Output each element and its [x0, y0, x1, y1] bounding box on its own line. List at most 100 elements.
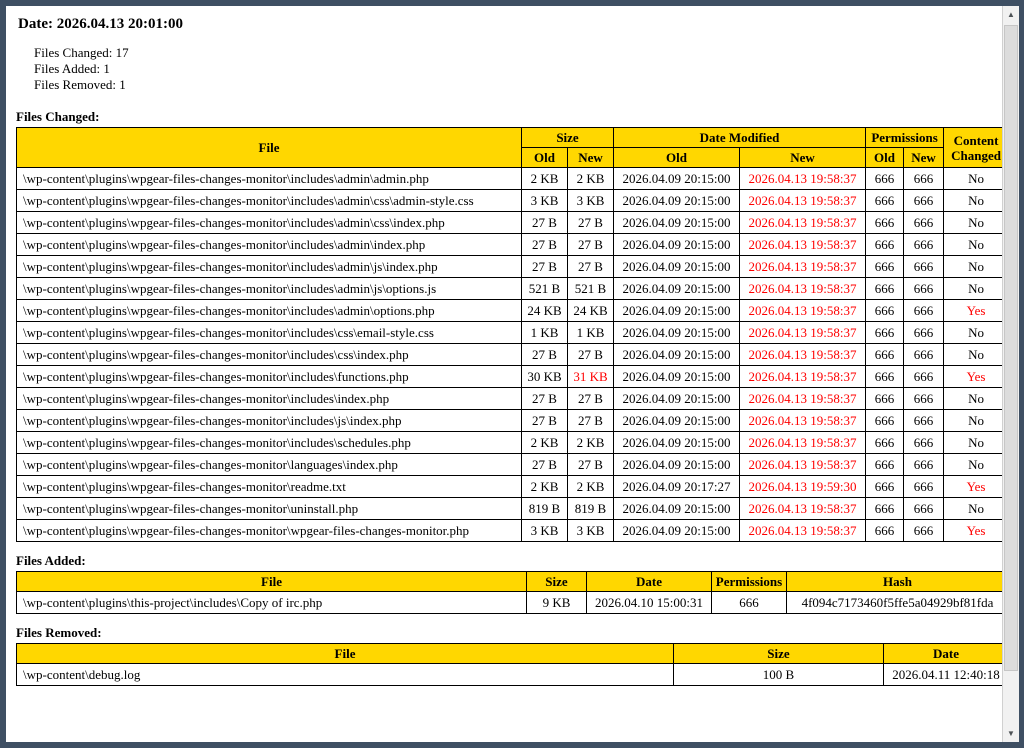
size-new-cell: 1 KB — [568, 322, 614, 344]
size-old-cell: 1 KB — [522, 322, 568, 344]
size-new-cell: 31 KB — [568, 366, 614, 388]
size-new-cell: 2 KB — [568, 168, 614, 190]
table-row: \wp-content\plugins\wpgear-files-changes… — [17, 300, 1003, 322]
permissions-old-cell: 666 — [866, 190, 904, 212]
date-new-cell: 2026.04.13 19:58:37 — [740, 388, 866, 410]
size-old-cell: 24 KB — [522, 300, 568, 322]
table-row: \wp-content\plugins\wpgear-files-changes… — [17, 498, 1003, 520]
col-header-date-new: New — [740, 148, 866, 168]
size-new-cell: 27 B — [568, 212, 614, 234]
permissions-old-cell: 666 — [866, 322, 904, 344]
permissions-old-cell: 666 — [866, 278, 904, 300]
permissions-new-cell: 666 — [904, 190, 944, 212]
date-old-cell: 2026.04.09 20:15:00 — [614, 278, 740, 300]
date-old-cell: 2026.04.09 20:17:27 — [614, 476, 740, 498]
date-new-cell: 2026.04.13 19:58:37 — [740, 432, 866, 454]
table-row: \wp-content\plugins\wpgear-files-changes… — [17, 388, 1003, 410]
size-cell: 100 B — [674, 664, 884, 686]
content-changed-cell: No — [944, 498, 1002, 520]
col-header-content-changed: Content Changed — [944, 128, 1002, 168]
size-new-cell: 27 B — [568, 410, 614, 432]
content-changed-cell: No — [944, 344, 1002, 366]
content-changed-cell: No — [944, 410, 1002, 432]
date-old-cell: 2026.04.09 20:15:00 — [614, 300, 740, 322]
size-old-cell: 3 KB — [522, 190, 568, 212]
size-old-cell: 521 B — [522, 278, 568, 300]
date-old-cell: 2026.04.09 20:15:00 — [614, 322, 740, 344]
content-changed-cell: Yes — [944, 520, 1002, 542]
permissions-new-cell: 666 — [904, 366, 944, 388]
file-path-cell: \wp-content\plugins\wpgear-files-changes… — [17, 256, 522, 278]
permissions-new-cell: 666 — [904, 168, 944, 190]
content-changed-cell: No — [944, 432, 1002, 454]
date-old-cell: 2026.04.09 20:15:00 — [614, 168, 740, 190]
summary-files-removed: Files Removed: 1 — [34, 77, 992, 93]
size-old-cell: 30 KB — [522, 366, 568, 388]
permissions-new-cell: 666 — [904, 432, 944, 454]
size-old-cell: 27 B — [522, 388, 568, 410]
file-path-cell: \wp-content\plugins\wpgear-files-changes… — [17, 454, 522, 476]
date-new-cell: 2026.04.13 19:58:37 — [740, 234, 866, 256]
permissions-old-cell: 666 — [866, 344, 904, 366]
file-path-cell: \wp-content\plugins\wpgear-files-changes… — [17, 190, 522, 212]
date-cell: 2026.04.11 12:40:18 — [884, 664, 1003, 686]
content-changed-cell: No — [944, 278, 1002, 300]
size-old-cell: 3 KB — [522, 520, 568, 542]
col-header-file: File — [17, 572, 527, 592]
size-new-cell: 819 B — [568, 498, 614, 520]
table-row: \wp-content\plugins\wpgear-files-changes… — [17, 476, 1003, 498]
content-changed-cell: No — [944, 388, 1002, 410]
scrollbar-up-arrow-icon[interactable]: ▲ — [1003, 6, 1019, 23]
size-old-cell: 27 B — [522, 410, 568, 432]
size-new-cell: 27 B — [568, 234, 614, 256]
table-row: \wp-content\plugins\this-project\include… — [17, 592, 1003, 614]
summary-block: Files Changed: 17 Files Added: 1 Files R… — [34, 45, 992, 93]
file-path-cell: \wp-content\plugins\wpgear-files-changes… — [17, 476, 522, 498]
date-new-cell: 2026.04.13 19:58:37 — [740, 322, 866, 344]
col-header-date-old: Old — [614, 148, 740, 168]
permissions-old-cell: 666 — [866, 476, 904, 498]
scrollbar-track[interactable] — [1003, 23, 1019, 725]
date-new-cell: 2026.04.13 19:58:37 — [740, 520, 866, 542]
content-changed-cell: Yes — [944, 476, 1002, 498]
table-row: \wp-content\plugins\wpgear-files-changes… — [17, 168, 1003, 190]
table-row: \wp-content\plugins\wpgear-files-changes… — [17, 256, 1003, 278]
col-header-perm-new: New — [904, 148, 944, 168]
col-header-file: File — [17, 644, 674, 664]
col-header-size-old: Old — [522, 148, 568, 168]
permissions-old-cell: 666 — [866, 234, 904, 256]
date-new-cell: 2026.04.13 19:58:37 — [740, 410, 866, 432]
permissions-old-cell: 666 — [866, 454, 904, 476]
scrollbar-thumb[interactable] — [1004, 25, 1018, 671]
scrollbar-down-arrow-icon[interactable]: ▼ — [1003, 725, 1019, 742]
permissions-cell: 666 — [712, 592, 787, 614]
permissions-new-cell: 666 — [904, 322, 944, 344]
date-old-cell: 2026.04.09 20:15:00 — [614, 432, 740, 454]
table-row: \wp-content\plugins\wpgear-files-changes… — [17, 212, 1003, 234]
size-new-cell: 27 B — [568, 344, 614, 366]
files-changed-header-row-1: File Size Date Modified Permissions Cont… — [17, 128, 1003, 148]
date-new-cell: 2026.04.13 19:58:37 — [740, 300, 866, 322]
date-old-cell: 2026.04.09 20:15:00 — [614, 344, 740, 366]
permissions-old-cell: 666 — [866, 520, 904, 542]
file-path-cell: \wp-content\plugins\wpgear-files-changes… — [17, 520, 522, 542]
date-new-cell: 2026.04.13 19:58:37 — [740, 344, 866, 366]
permissions-new-cell: 666 — [904, 388, 944, 410]
content-changed-cell: Yes — [944, 300, 1002, 322]
table-row: \wp-content\plugins\wpgear-files-changes… — [17, 278, 1003, 300]
col-header-size: Size — [527, 572, 587, 592]
file-path-cell: \wp-content\plugins\wpgear-files-changes… — [17, 388, 522, 410]
vertical-scrollbar[interactable]: ▲ ▼ — [1002, 6, 1019, 742]
size-old-cell: 27 B — [522, 212, 568, 234]
files-added-header-row: File Size Date Permissions Hash — [17, 572, 1003, 592]
date-new-cell: 2026.04.13 19:58:37 — [740, 256, 866, 278]
permissions-new-cell: 666 — [904, 256, 944, 278]
size-new-cell: 3 KB — [568, 520, 614, 542]
size-new-cell: 24 KB — [568, 300, 614, 322]
content-changed-cell: Yes — [944, 366, 1002, 388]
content-changed-cell: No — [944, 322, 1002, 344]
permissions-old-cell: 666 — [866, 432, 904, 454]
col-header-size: Size — [674, 644, 884, 664]
table-row: \wp-content\debug.log100 B2026.04.11 12:… — [17, 664, 1003, 686]
date-old-cell: 2026.04.09 20:15:00 — [614, 190, 740, 212]
